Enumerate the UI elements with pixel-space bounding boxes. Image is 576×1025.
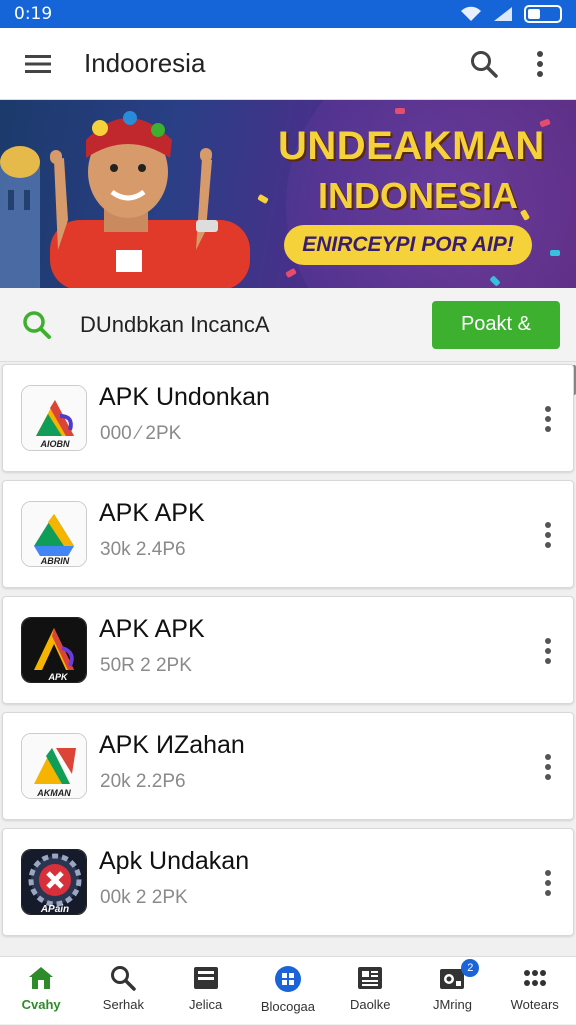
more-vert-icon bbox=[545, 406, 551, 432]
nav-label: Jelica bbox=[189, 997, 223, 1012]
item-more-button[interactable] bbox=[533, 511, 563, 559]
app-meta: 00k 2 2PK bbox=[100, 887, 188, 908]
more-vert-icon bbox=[545, 522, 551, 548]
nav-item-camera[interactable]: 2 JMring bbox=[411, 957, 493, 1025]
search-icon bbox=[23, 310, 51, 339]
svg-text:ABRIN: ABRIN bbox=[40, 556, 70, 566]
svg-text:AKMAN: AKMAN bbox=[36, 788, 71, 798]
item-more-button[interactable] bbox=[533, 627, 563, 675]
nav-label: Cvahy bbox=[21, 997, 61, 1012]
triangle-logo-icon: APK bbox=[21, 617, 87, 683]
app-meta: 20k 2.2P6 bbox=[100, 771, 186, 792]
list-item[interactable]: APK APK APK 50R 2 2PK bbox=[2, 596, 574, 704]
more-vert-icon bbox=[545, 638, 551, 664]
search-button[interactable] bbox=[456, 36, 512, 92]
nav-label: Daolke bbox=[349, 997, 391, 1012]
page-title: Indooresia bbox=[84, 48, 206, 78]
notification-badge: 2 bbox=[461, 959, 480, 977]
search-action-button[interactable]: Poakt & bbox=[432, 300, 560, 349]
nav-label: Blocogaa bbox=[260, 999, 316, 1014]
banner-person-image bbox=[50, 111, 250, 288]
app-meta: 000 ⁄ 2PK bbox=[100, 423, 182, 444]
nav-item-home[interactable]: Cvahy bbox=[0, 957, 82, 1025]
bottom-navigation: Cvahy Serhak Jelica Blocogaa Daolke 2 JM… bbox=[0, 956, 576, 1024]
nav-item-apps[interactable]: Blocogaa bbox=[247, 957, 329, 1025]
more-vert-icon bbox=[537, 50, 543, 77]
nav-label: Wotears bbox=[510, 997, 559, 1012]
app-name: APK Undonkan bbox=[99, 383, 270, 411]
overflow-menu-button[interactable] bbox=[512, 36, 568, 92]
app-name: Apk Undakan bbox=[99, 847, 250, 875]
nav-item-inbox[interactable]: Jelica bbox=[165, 957, 247, 1025]
app-name: APK ИZahan bbox=[99, 731, 245, 759]
nav-item-more[interactable]: Wotears bbox=[494, 957, 576, 1025]
list-item[interactable]: AKMAN APK ИZahan 20k 2.2P6 bbox=[2, 712, 574, 820]
battery-icon bbox=[524, 5, 562, 23]
app-bar: Indooresia bbox=[0, 28, 576, 100]
nav-item-search[interactable]: Serhak bbox=[82, 957, 164, 1025]
more-vert-icon bbox=[545, 870, 551, 896]
list-item[interactable]: ABRIN APK APK 30k 2.4P6 bbox=[2, 480, 574, 588]
banner-headline: UNDEAKMAN bbox=[278, 124, 545, 168]
google-drive-style-icon: AIOBN bbox=[21, 385, 87, 451]
search-row: DUndbkan IncancA Poakt & bbox=[0, 288, 576, 362]
promo-banner[interactable]: UNDEAKMAN INDONESIA ENIRCEYPI POR AIP! bbox=[0, 100, 576, 288]
item-more-button[interactable] bbox=[533, 395, 563, 443]
item-more-button[interactable] bbox=[533, 743, 563, 791]
apps-circle-icon bbox=[274, 966, 301, 992]
signal-icon bbox=[494, 7, 512, 21]
app-meta: 30k 2.4P6 bbox=[100, 539, 186, 560]
more-vert-icon bbox=[545, 754, 551, 780]
nav-label: Serhak bbox=[102, 997, 144, 1012]
google-drive-style-icon: ABRIN bbox=[21, 501, 87, 567]
list-item[interactable]: AIOBN APK Undonkan 000 ⁄ 2PK bbox=[2, 364, 574, 472]
grid-dots-icon bbox=[523, 970, 546, 986]
nav-item-documents[interactable]: Daolke bbox=[329, 957, 411, 1025]
app-name: APK APK bbox=[99, 499, 205, 527]
hamburger-menu-icon bbox=[25, 54, 51, 73]
menu-button[interactable] bbox=[10, 36, 66, 92]
document-icon bbox=[358, 967, 383, 989]
gear-x-icon: APain bbox=[21, 849, 87, 915]
app-name: APK APK bbox=[99, 615, 205, 643]
status-bar: 0:19 bbox=[0, 0, 576, 28]
home-icon bbox=[29, 967, 54, 989]
banner-subheadline: INDONESIA bbox=[318, 175, 519, 216]
svg-text:APK: APK bbox=[47, 672, 69, 682]
list-item[interactable]: APain Apk Undakan 00k 2 2PK bbox=[2, 828, 574, 936]
svg-text:AIOBN: AIOBN bbox=[40, 439, 71, 449]
svg-text:APain: APain bbox=[40, 904, 69, 915]
search-icon bbox=[111, 966, 137, 991]
inbox-icon bbox=[193, 967, 218, 989]
search-input[interactable]: DUndbkan IncancA bbox=[80, 312, 432, 338]
item-more-button[interactable] bbox=[533, 859, 563, 907]
nav-label: JMring bbox=[432, 997, 472, 1012]
search-icon bbox=[471, 50, 498, 78]
status-time: 0:19 bbox=[14, 4, 53, 24]
app-meta: 50R 2 2PK bbox=[100, 655, 192, 676]
google-drive-style-icon: AKMAN bbox=[21, 733, 87, 799]
wifi-icon bbox=[461, 6, 481, 21]
banner-cta[interactable]: ENIRCEYPI POR AIP! bbox=[284, 225, 532, 265]
